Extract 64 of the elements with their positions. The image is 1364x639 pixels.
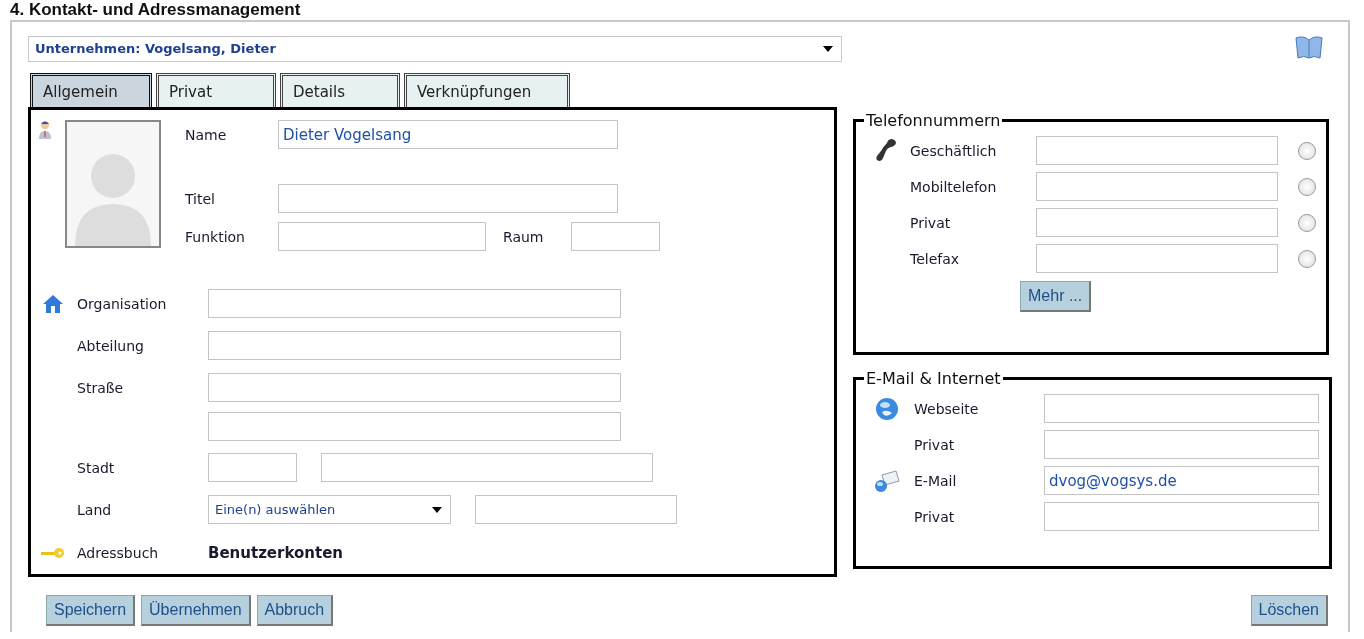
country-dropdown[interactable]: Eine(n) auswählen — [208, 495, 451, 524]
field-label: Privat — [910, 214, 952, 231]
input-field[interactable] — [475, 495, 677, 524]
caret-icon — [823, 45, 833, 52]
radio-button[interactable] — [1298, 177, 1316, 196]
input-field[interactable] — [1044, 502, 1319, 531]
delete-button[interactable]: Löschen — [1250, 595, 1328, 626]
input-field[interactable]: dvog@vogsys.de — [1044, 466, 1319, 495]
field-label: E-Mail — [914, 472, 958, 489]
field-label: Abteilung — [77, 337, 145, 354]
fieldset-legend: Telefonnummern — [864, 111, 1003, 130]
tab[interactable]: Privat — [156, 73, 276, 107]
action-button[interactable]: Abbruch — [256, 595, 334, 626]
tab[interactable]: Allgemein — [30, 73, 152, 107]
envelope-globe-icon — [874, 468, 900, 493]
field-label: Funktion — [185, 228, 246, 245]
field-label: Mobiltelefon — [910, 178, 998, 195]
input-field[interactable] — [208, 373, 621, 402]
input-field[interactable] — [208, 412, 621, 441]
action-button[interactable]: Übernehmen — [141, 595, 251, 626]
field-label: Webseite — [914, 400, 980, 417]
field-label: Name — [185, 126, 228, 143]
field-label: Organisation — [77, 295, 168, 312]
input-field[interactable] — [208, 289, 621, 318]
input-field[interactable] — [1036, 244, 1278, 273]
field-label: Geschäftlich — [910, 142, 998, 159]
more-button[interactable]: Mehr ... — [1020, 281, 1092, 312]
input-field[interactable]: Dieter Vogelsang — [278, 120, 618, 149]
action-button[interactable]: Speichern — [46, 595, 136, 626]
field-label: Raum — [502, 228, 545, 245]
field-label: Telefax — [910, 250, 961, 267]
input-field[interactable] — [208, 453, 297, 482]
input-field[interactable] — [1036, 136, 1278, 165]
input-field[interactable] — [1036, 172, 1278, 201]
person-icon — [37, 120, 53, 140]
tab[interactable]: Details — [280, 73, 400, 107]
company-dropdown[interactable]: Unternehmen: Vogelsang, Dieter — [28, 35, 842, 62]
input-field[interactable] — [321, 453, 653, 482]
address-book-value: Benutzerkonten — [208, 544, 343, 562]
key-icon — [41, 547, 65, 559]
input-field[interactable] — [1036, 208, 1278, 237]
radio-button[interactable] — [1298, 213, 1316, 232]
globe-icon — [875, 396, 899, 421]
house-icon — [42, 293, 64, 314]
input-field[interactable] — [208, 331, 621, 360]
field-label: Adressbuch — [77, 545, 160, 561]
fieldset-legend: E-Mail & Internet — [864, 369, 1003, 388]
input-field[interactable] — [571, 222, 660, 251]
radio-button[interactable] — [1298, 141, 1316, 160]
field-label: Land — [77, 501, 113, 518]
page-title: 4. Kontakt- und Adressmanagement — [9, 0, 302, 20]
input-field[interactable] — [1044, 430, 1319, 459]
field-label: Straße — [77, 379, 125, 396]
input-field[interactable] — [1044, 394, 1319, 423]
field-label: Titel — [185, 190, 216, 207]
tab[interactable]: Verknüpfungen — [404, 73, 570, 107]
book-icon — [1294, 34, 1324, 60]
input-field[interactable] — [278, 222, 486, 251]
field-label: Privat — [914, 436, 956, 453]
field-label: Stadt — [77, 459, 116, 476]
caret-icon — [432, 506, 442, 513]
field-label: Privat — [914, 508, 956, 525]
input-field[interactable] — [278, 184, 618, 213]
radio-button[interactable] — [1298, 249, 1316, 268]
